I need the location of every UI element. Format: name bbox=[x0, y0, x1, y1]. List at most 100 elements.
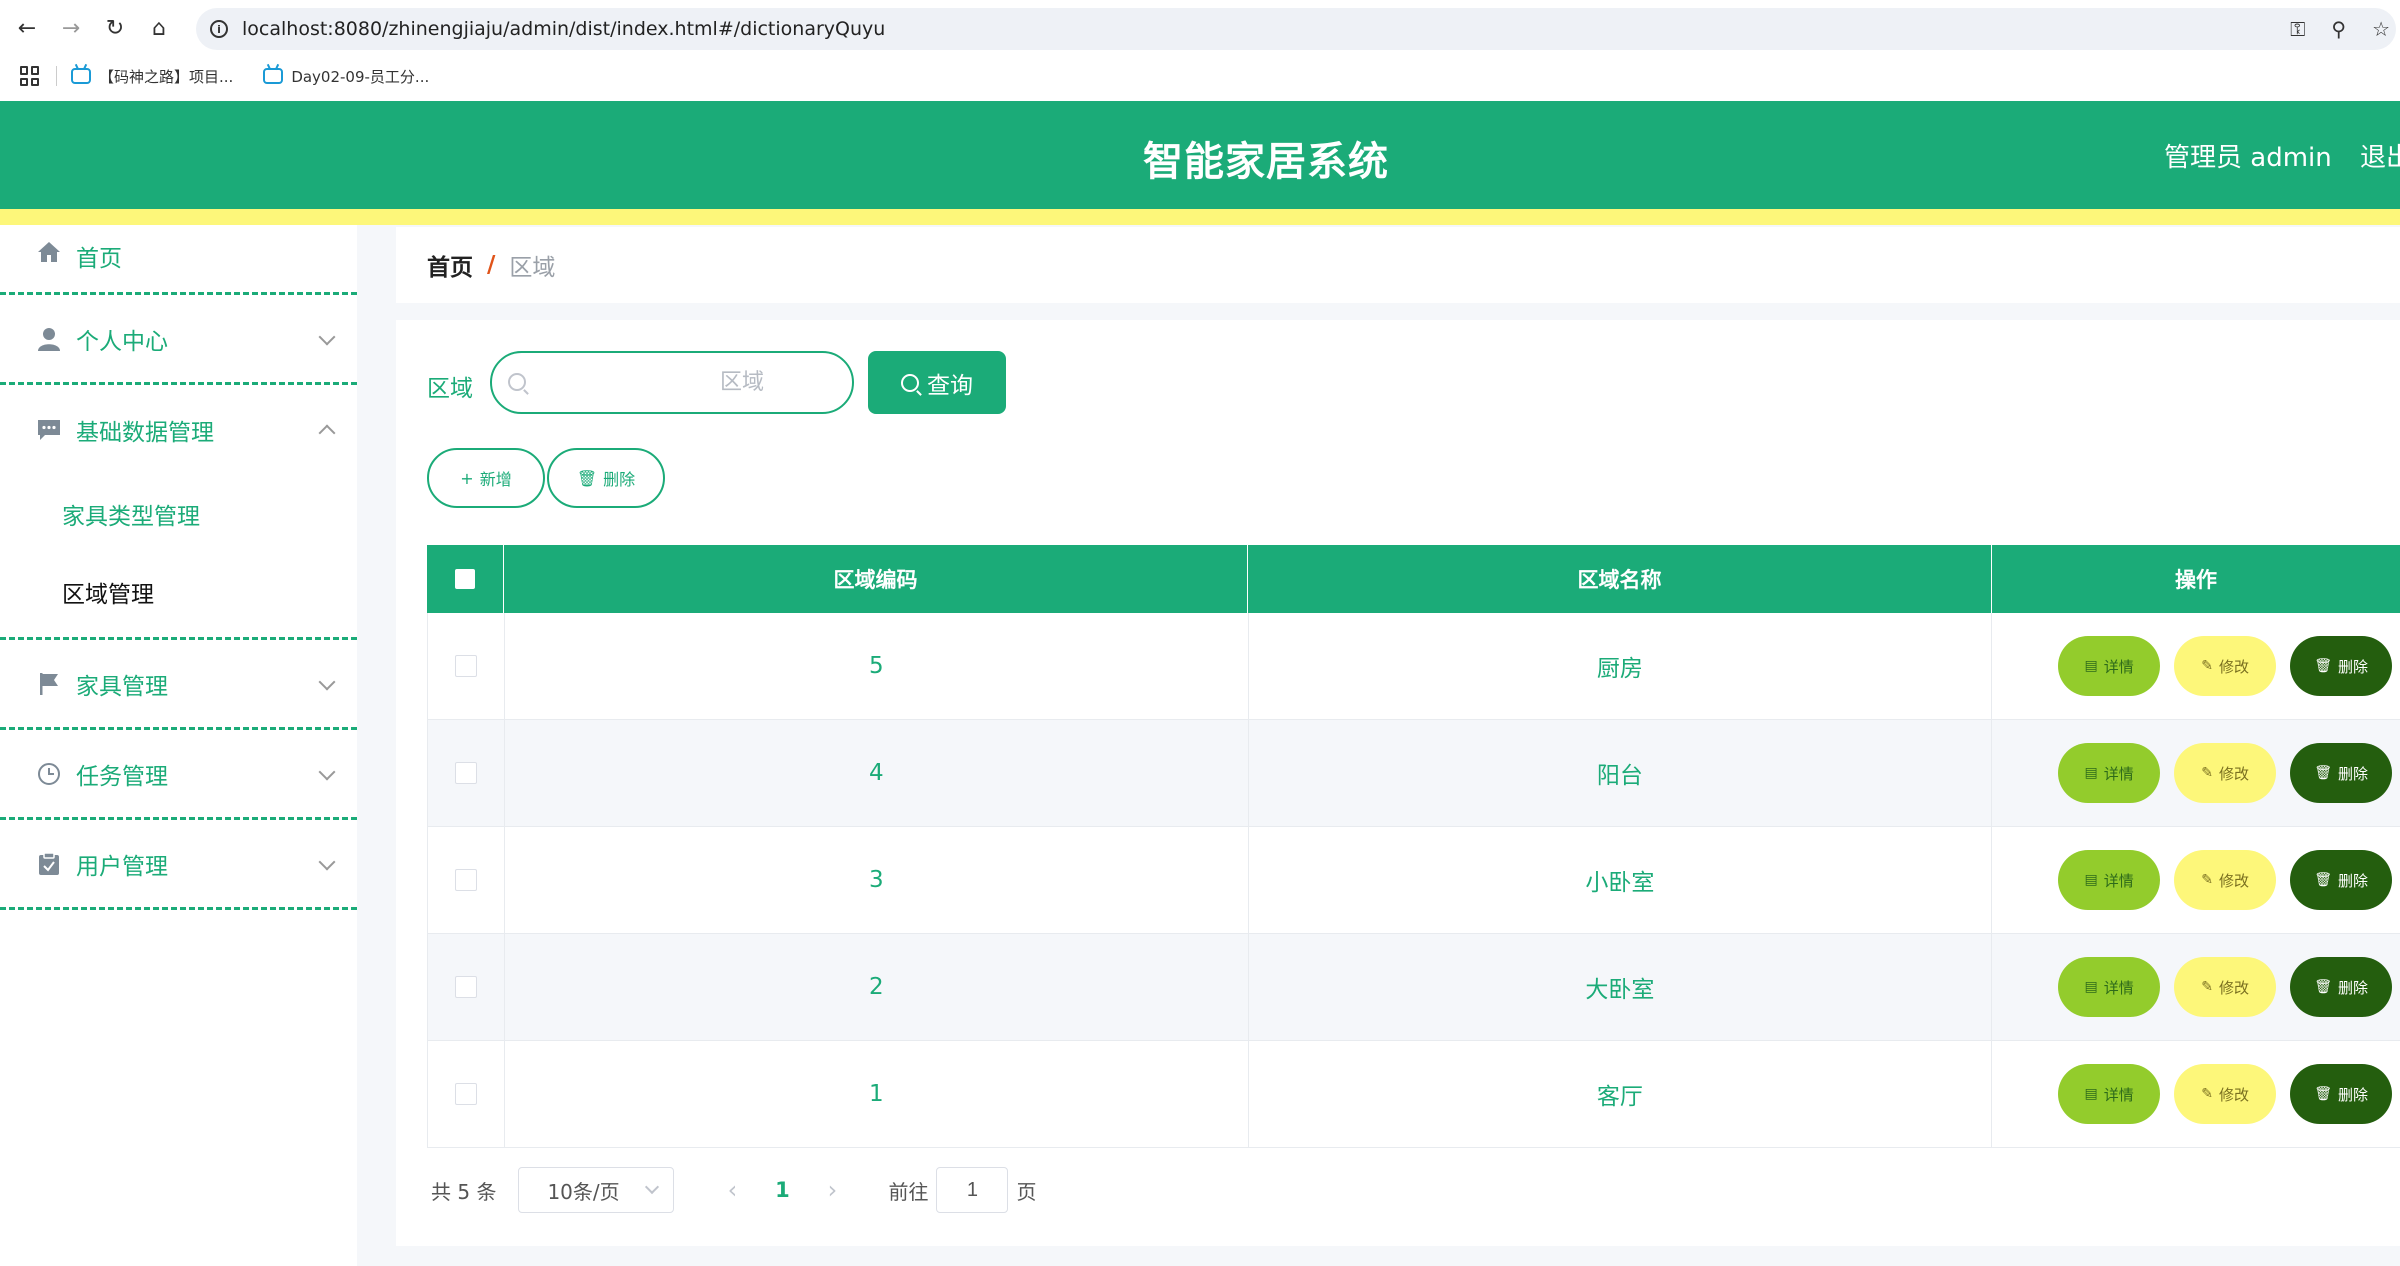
edit-button[interactable]: ✎ 修改 bbox=[2174, 743, 2277, 803]
sidebar-item-personal-center[interactable]: 个人中心 bbox=[0, 295, 357, 385]
cell-area-code: 3 bbox=[505, 827, 1249, 933]
page-number-current[interactable]: 1 bbox=[762, 1178, 802, 1202]
reload-icon[interactable]: ↻ bbox=[100, 13, 130, 43]
clock-icon bbox=[36, 761, 62, 787]
home-icon[interactable]: ⌂ bbox=[144, 13, 174, 43]
url-text[interactable]: localhost:8080/zhinengjiaju/admin/dist/i… bbox=[242, 18, 885, 40]
detail-button[interactable]: ▤ 详情 bbox=[2058, 850, 2161, 910]
edit-button[interactable]: ✎ 修改 bbox=[2174, 957, 2277, 1017]
row-checkbox[interactable] bbox=[454, 1083, 477, 1105]
detail-button[interactable]: ▤ 详情 bbox=[2058, 1064, 2161, 1124]
edit-label: 修改 bbox=[2219, 657, 2250, 676]
delete-label: 删除 bbox=[2338, 1085, 2369, 1104]
cell-area-name: 大卧室 bbox=[1249, 934, 1993, 1040]
column-header-code[interactable]: 区域编码 bbox=[504, 545, 1248, 613]
select-all-checkbox[interactable] bbox=[455, 569, 475, 589]
trash-icon: 🗑 bbox=[2314, 979, 2333, 995]
logout-link[interactable]: 退出 bbox=[2360, 137, 2400, 174]
star-icon[interactable]: ☆ bbox=[2372, 17, 2390, 41]
chevron-down-icon bbox=[318, 853, 336, 871]
cell-actions: ▤ 详情 ✎ 修改 🗑 删除 bbox=[1992, 934, 2400, 1040]
breadcrumb-separator: / bbox=[487, 252, 496, 278]
pencil-icon: ✎ bbox=[2201, 658, 2214, 674]
column-header-name[interactable]: 区域名称 bbox=[1248, 545, 1992, 613]
app-header: 智能家居系统 管理员 admin 退出 bbox=[0, 101, 2400, 209]
page-size-value: 10条/页 bbox=[547, 1179, 620, 1204]
edit-button[interactable]: ✎ 修改 bbox=[2174, 636, 2277, 696]
detail-button[interactable]: ▤ 详情 bbox=[2058, 636, 2161, 696]
sidebar-item-home[interactable]: 首页 bbox=[0, 225, 357, 295]
chevron-down-icon bbox=[645, 1179, 660, 1195]
row-checkbox[interactable] bbox=[454, 976, 477, 998]
edit-button[interactable]: ✎ 修改 bbox=[2174, 1064, 2277, 1124]
document-icon: ▤ bbox=[2084, 1086, 2098, 1102]
bookmark-item[interactable]: 【码神之路】项目... bbox=[71, 66, 233, 87]
delete-button[interactable]: 🗑 删除 bbox=[2290, 850, 2393, 910]
site-info-icon[interactable]: i bbox=[210, 20, 228, 38]
detail-button[interactable]: ▤ 详情 bbox=[2058, 743, 2161, 803]
cell-area-code: 1 bbox=[505, 1041, 1249, 1147]
zoom-icon[interactable]: ⚲ bbox=[2331, 17, 2346, 41]
detail-button[interactable]: ▤ 详情 bbox=[2058, 957, 2161, 1017]
pencil-icon: ✎ bbox=[2201, 1086, 2214, 1102]
cell-area-name: 厨房 bbox=[1249, 613, 1993, 719]
chat-icon bbox=[36, 417, 62, 443]
row-checkbox[interactable] bbox=[454, 762, 477, 784]
bookmarks-divider bbox=[56, 66, 57, 86]
search-label: 区域 bbox=[427, 376, 473, 402]
bookmark-label: Day02-09-员工分... bbox=[291, 67, 430, 86]
delete-button[interactable]: 🗑 删除 bbox=[2290, 1064, 2393, 1124]
row-checkbox[interactable] bbox=[454, 869, 477, 891]
bookmark-item[interactable]: Day02-09-员工分... bbox=[263, 66, 429, 87]
pagination: 共 5 条 10条/页 ‹ 1 › 前往 页 bbox=[427, 1167, 1036, 1213]
goto-page-input[interactable] bbox=[936, 1167, 1009, 1213]
sidebar-item-label: 个人中心 bbox=[76, 328, 168, 355]
sidebar-item-label: 任务管理 bbox=[76, 763, 168, 790]
sidebar-subitem-furniture-type[interactable]: 家具类型管理 bbox=[0, 475, 357, 553]
sidebar-item-furniture[interactable]: 家具管理 bbox=[0, 640, 357, 730]
sidebar-subitem-area[interactable]: 区域管理 bbox=[0, 553, 357, 631]
row-checkbox-cell bbox=[428, 613, 505, 719]
next-page-button[interactable]: › bbox=[802, 1176, 862, 1204]
delete-button[interactable]: 🗑 删除 bbox=[2290, 743, 2393, 803]
key-icon[interactable]: ⚿ bbox=[2290, 17, 2305, 41]
breadcrumb: 首页 / 区域 bbox=[396, 227, 2400, 303]
query-button-label: 查询 bbox=[927, 372, 973, 399]
browser-chrome: ← → ↻ ⌂ i localhost:8080/zhinengjiaju/ad… bbox=[0, 0, 2400, 101]
row-checkbox[interactable] bbox=[454, 655, 477, 677]
apps-grid-icon[interactable] bbox=[20, 66, 40, 86]
document-icon: ▤ bbox=[2084, 658, 2098, 674]
query-button[interactable]: 查询 bbox=[868, 351, 1006, 414]
edit-label: 修改 bbox=[2219, 871, 2250, 890]
table-row: 1 客厅 ▤ 详情 ✎ 修改 🗑 删除 bbox=[427, 1041, 2400, 1148]
sidebar: 首页 个人中心 基础数据管理 家具类型管理 区域管理 家具管理 任务管理 用户管… bbox=[0, 225, 357, 1266]
edit-button[interactable]: ✎ 修改 bbox=[2174, 850, 2277, 910]
delete-button[interactable]: 🗑 删除 bbox=[2290, 957, 2393, 1017]
detail-label: 详情 bbox=[2103, 657, 2134, 676]
sidebar-item-label: 基础数据管理 bbox=[76, 420, 214, 446]
cell-actions: ▤ 详情 ✎ 修改 🗑 删除 bbox=[1992, 720, 2400, 826]
batch-delete-button[interactable]: 🗑 删除 bbox=[547, 448, 665, 508]
address-bar[interactable]: i localhost:8080/zhinengjiaju/admin/dist… bbox=[196, 8, 2396, 50]
page-size-select[interactable]: 10条/页 bbox=[518, 1167, 675, 1213]
chevron-down-icon bbox=[318, 763, 336, 781]
sidebar-item-basic-data[interactable]: 基础数据管理 bbox=[0, 385, 357, 475]
prev-page-button[interactable]: ‹ bbox=[702, 1176, 762, 1204]
document-icon: ▤ bbox=[2084, 979, 2098, 995]
main-panel: 区域 查询 + 新增 🗑 删除 区域编码 区域名称 操作 5厨房 ▤ 详情 ✎ 修改 🗑 删… bbox=[396, 320, 2400, 1246]
area-search-input[interactable] bbox=[532, 353, 842, 412]
breadcrumb-home[interactable]: 首页 bbox=[427, 248, 473, 282]
back-arrow-icon[interactable]: ← bbox=[12, 13, 42, 43]
edit-label: 修改 bbox=[2219, 1085, 2250, 1104]
sidebar-item-users[interactable]: 用户管理 bbox=[0, 820, 357, 910]
delete-button[interactable]: 🗑 删除 bbox=[2290, 636, 2393, 696]
detail-label: 详情 bbox=[2103, 1085, 2134, 1104]
forward-arrow-icon[interactable]: → bbox=[56, 13, 86, 43]
column-header-actions: 操作 bbox=[2175, 568, 2217, 592]
user-icon bbox=[36, 326, 62, 352]
detail-label: 详情 bbox=[2103, 871, 2134, 890]
goto-label: 前往 bbox=[888, 1179, 929, 1204]
sidebar-item-tasks[interactable]: 任务管理 bbox=[0, 730, 357, 820]
add-button[interactable]: + 新增 bbox=[427, 448, 545, 508]
bilibili-icon bbox=[263, 68, 284, 84]
